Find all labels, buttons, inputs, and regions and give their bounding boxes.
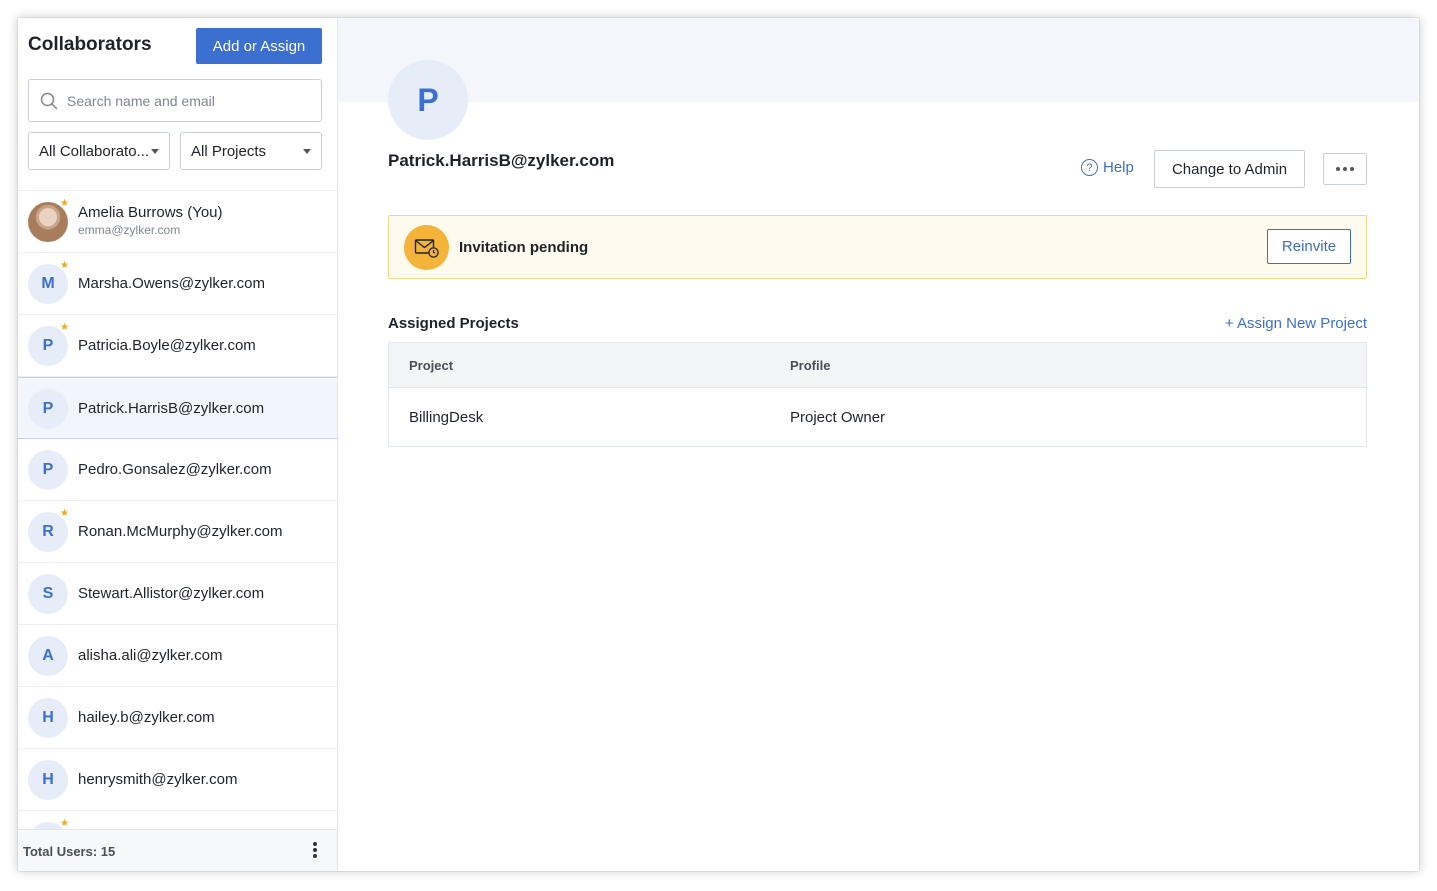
avatar: P <box>28 450 68 490</box>
user-name: hailey.b@zylker.com <box>78 709 215 726</box>
profile-email: Patrick.HarrisB@zylker.com <box>388 151 615 170</box>
star-icon: ★ <box>60 260 69 271</box>
column-header-project: Project <box>409 358 454 373</box>
list-item[interactable]: S Stewart.Allistor@zylker.com <box>18 563 337 625</box>
list-item[interactable]: P Pedro.Gonsalez@zylker.com <box>18 439 337 501</box>
sidebar-title: Collaborators <box>28 34 152 55</box>
star-icon: ★ <box>60 818 69 829</box>
user-name: Patricia.Boyle@zylker.com <box>78 337 256 354</box>
user-name: Amelia Burrows (You) <box>78 204 223 221</box>
project-filter-value: All Projects <box>191 143 267 160</box>
more-horizontal-icon[interactable] <box>1323 153 1367 185</box>
user-name: Pedro.Gonsalez@zylker.com <box>78 461 272 478</box>
search-icon <box>40 92 58 110</box>
collaborator-filter-dropdown[interactable]: All Collaborato... <box>28 132 170 170</box>
invitation-banner: Invitation pending Reinvite <box>388 215 1367 279</box>
profile-avatar: P <box>388 60 468 140</box>
chevron-down-icon <box>151 149 159 154</box>
sidebar-footer: Total Users: 15 <box>18 829 337 871</box>
profile-cell: Project Owner <box>790 409 886 426</box>
list-item[interactable]: ★ Amelia Burrows (You) emma@zylker.com <box>18 191 337 253</box>
star-icon: ★ <box>60 322 69 333</box>
help-link[interactable]: ? Help <box>1081 159 1134 176</box>
collaborator-detail: P Patrick.HarrisB@zylker.com ? Help Chan… <box>338 18 1419 871</box>
more-vertical-icon[interactable] <box>312 842 318 860</box>
app-window: Collaborators Add or Assign All Collabor… <box>18 18 1419 871</box>
avatar: P <box>28 389 68 429</box>
invitation-status: Invitation pending <box>459 239 589 256</box>
user-name: Stewart.Allistor@zylker.com <box>78 585 265 602</box>
user-name: henrysmith@zylker.com <box>78 771 238 788</box>
list-item[interactable]: ★ <box>18 811 337 830</box>
add-or-assign-button[interactable]: Add or Assign <box>196 28 322 64</box>
list-item[interactable]: A alisha.ali@zylker.com <box>18 625 337 687</box>
table-row[interactable]: BillingDesk Project Owner <box>389 388 1366 446</box>
avatar: H <box>28 760 68 800</box>
user-name: Patrick.HarrisB@zylker.com <box>78 400 265 417</box>
assigned-projects-table: Project Profile BillingDesk Project Owne… <box>388 342 1367 447</box>
list-item[interactable]: M ★ Marsha.Owens@zylker.com <box>18 253 337 315</box>
collaborators-sidebar: Collaborators Add or Assign All Collabor… <box>18 18 338 871</box>
star-icon: ★ <box>60 508 69 519</box>
list-item[interactable]: H henrysmith@zylker.com <box>18 749 337 811</box>
search-input[interactable] <box>67 88 307 114</box>
list-item[interactable]: R ★ Ronan.McMurphy@zylker.com <box>18 501 337 563</box>
mail-clock-icon <box>404 225 449 270</box>
assign-new-project-link[interactable]: + Assign New Project <box>1225 315 1367 332</box>
list-item[interactable]: H hailey.b@zylker.com <box>18 687 337 749</box>
help-circle-icon: ? <box>1081 159 1098 176</box>
table-header: Project Profile <box>389 343 1366 388</box>
list-item-selected[interactable]: P Patrick.HarrisB@zylker.com <box>18 377 337 439</box>
project-cell: BillingDesk <box>409 409 484 426</box>
avatar: H <box>28 698 68 738</box>
list-item[interactable]: P ★ Patricia.Boyle@zylker.com <box>18 315 337 377</box>
help-label: Help <box>1103 159 1134 176</box>
project-filter-dropdown[interactable]: All Projects <box>180 132 322 170</box>
search-box[interactable] <box>28 79 322 122</box>
avatar: S <box>28 574 68 614</box>
reinvite-button[interactable]: Reinvite <box>1267 229 1351 264</box>
star-icon: ★ <box>60 198 69 209</box>
profile-banner <box>338 18 1419 102</box>
avatar: A <box>28 636 68 676</box>
collaborator-filter-value: All Collaborato... <box>39 143 150 160</box>
user-name: Ronan.McMurphy@zylker.com <box>78 523 283 540</box>
column-header-profile: Profile <box>790 358 831 373</box>
user-name: alisha.ali@zylker.com <box>78 647 223 664</box>
assigned-projects-title: Assigned Projects <box>388 315 519 332</box>
change-to-admin-button[interactable]: Change to Admin <box>1154 150 1305 188</box>
user-name: Marsha.Owens@zylker.com <box>78 275 265 292</box>
collaborator-list: ★ Amelia Burrows (You) emma@zylker.com M… <box>18 190 337 830</box>
chevron-down-icon <box>303 149 311 154</box>
user-email: emma@zylker.com <box>78 223 181 237</box>
total-users-count: Total Users: 15 <box>23 844 116 859</box>
